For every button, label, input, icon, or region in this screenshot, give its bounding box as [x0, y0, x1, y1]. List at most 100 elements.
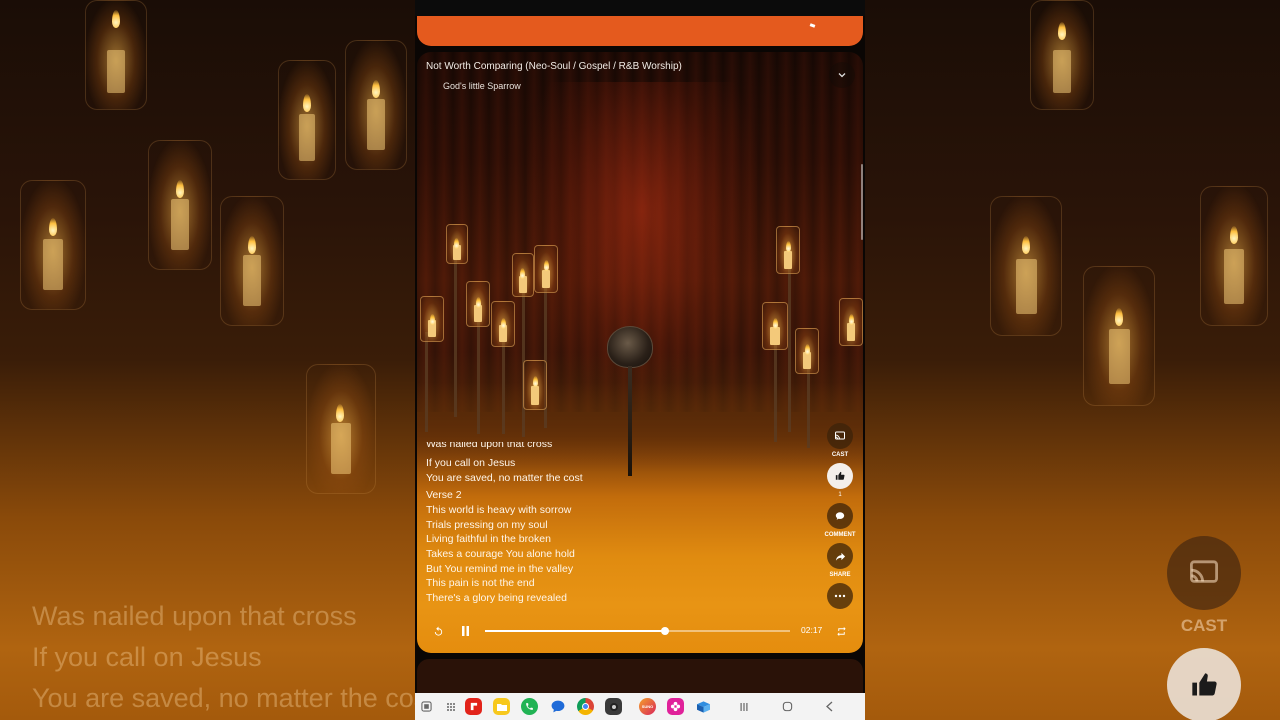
lyric-line: This pain is not the end [426, 577, 535, 589]
background-right [865, 0, 1280, 720]
background-lyric-line: Was nailed upon that cross [32, 601, 357, 631]
song-title[interactable]: Not Worth Comparing (Neo-Soul / Gospel /… [426, 61, 682, 72]
messages-icon[interactable] [549, 698, 566, 715]
status-strip [415, 0, 865, 16]
progress-handle[interactable] [660, 627, 669, 635]
repeat-icon [836, 626, 846, 636]
comment-label: COMMENT [824, 532, 856, 538]
candle-decor [278, 60, 336, 180]
dot-decor [809, 23, 816, 28]
candle-stand [774, 342, 777, 442]
recents-nav-icon[interactable] [735, 698, 752, 715]
candle-decor [1083, 266, 1155, 406]
background-lyrics: Was nailed upon that cross If you call o… [32, 596, 415, 719]
flame-decor [1230, 226, 1238, 244]
cast-icon [835, 431, 845, 440]
scrollbar[interactable] [861, 164, 863, 240]
phone-icon[interactable] [521, 698, 538, 715]
candle-decor [148, 140, 212, 270]
cast-button[interactable] [827, 423, 853, 449]
flame-icon [501, 318, 506, 329]
artist-name[interactable]: God's little Sparrow [443, 81, 521, 91]
background-thumbs-up-icon [1167, 648, 1241, 720]
repeat-button[interactable] [832, 622, 850, 640]
lyric-line: Was nailed upon that cross [426, 442, 553, 450]
petal-icon[interactable] [667, 698, 684, 715]
flame-icon [454, 238, 459, 249]
flame-icon [773, 318, 778, 329]
replay-icon [434, 625, 442, 636]
flipboard-icon[interactable] [465, 698, 482, 715]
flame-decor [372, 80, 380, 98]
collapse-button[interactable] [829, 62, 855, 88]
more-options-button[interactable] [827, 583, 853, 609]
chevron-down-icon [838, 73, 846, 78]
background-cast-icon [1167, 536, 1241, 610]
lyric-line: Living faithful in the broken [426, 533, 551, 545]
previous-song-card[interactable] [417, 16, 863, 46]
grid-icon[interactable] [442, 698, 459, 715]
box-icon[interactable] [695, 698, 712, 715]
progress-bar[interactable] [485, 627, 790, 635]
suno-label: SUNO [641, 704, 654, 709]
candle-decor [345, 40, 407, 170]
flame-decor [112, 10, 120, 28]
pause-icon [461, 626, 469, 636]
playback-controls: 02:17 [417, 620, 863, 642]
lyric-line: Takes a courage You alone hold [426, 548, 575, 560]
candle-decor [306, 364, 376, 494]
flame-icon [520, 268, 525, 279]
candle-stand [807, 368, 810, 448]
candle-decor [220, 196, 284, 326]
phone-screen: Not Worth Comparing (Neo-Soul / Gospel /… [415, 0, 865, 720]
flame-decor [248, 236, 256, 254]
lyric-section-label: Verse 2 [426, 489, 462, 501]
camera-icon[interactable] [605, 698, 622, 715]
flame-icon [476, 297, 481, 308]
flame-icon [430, 314, 435, 325]
thumbs-up-icon [835, 471, 845, 480]
lyrics-panel[interactable]: Was nailed upon that cross If you call o… [426, 442, 806, 606]
lyric-line: You are saved, no matter the cost [426, 472, 583, 484]
flame-icon [544, 260, 549, 271]
share-arrow-icon [835, 552, 845, 561]
pause-button[interactable] [456, 622, 474, 640]
share-button[interactable] [827, 543, 853, 569]
flame-decor [336, 404, 344, 422]
lyric-line: There's a glory being revealed [426, 592, 567, 604]
home-nav-icon[interactable] [779, 698, 796, 715]
back-nav-icon[interactable] [821, 698, 838, 715]
playback-time: 02:17 [801, 625, 823, 635]
recent-apps-icon[interactable] [418, 698, 435, 715]
files-icon[interactable] [493, 698, 510, 715]
background-lyric-line: If you call on Jesus [32, 642, 262, 672]
candle-stand [788, 262, 791, 432]
flame-decor [303, 94, 311, 112]
candle-decor [1200, 186, 1268, 326]
background-lyric-line: You are saved, no matter the cost [32, 683, 415, 713]
flame-icon [805, 344, 810, 355]
flame-icon [533, 376, 538, 387]
lyric-line: If you call on Jesus [426, 457, 516, 469]
like-count: 1 [838, 492, 842, 498]
candle-stand [454, 257, 457, 417]
candle-decor [1030, 0, 1094, 110]
flame-decor [176, 180, 184, 198]
flame-decor [1115, 308, 1123, 326]
comment-button[interactable] [827, 503, 853, 529]
player-card: Not Worth Comparing (Neo-Soul / Gospel /… [417, 52, 863, 653]
lyric-line: Trials pressing on my soul [426, 519, 548, 531]
microphone-icon [607, 326, 653, 368]
cast-label: CAST [831, 452, 849, 458]
chrome-icon[interactable] [577, 698, 594, 715]
flame-decor [1058, 22, 1066, 40]
taskbar: SUNO [415, 693, 865, 720]
background-left: Was nailed upon that cross If you call o… [0, 0, 415, 720]
like-button[interactable] [827, 463, 853, 489]
more-dots-icon [834, 594, 846, 598]
progress-fill [485, 630, 665, 632]
replay-button[interactable] [429, 622, 447, 640]
candle-stand [502, 334, 505, 434]
background-cast-label: CAST [1180, 616, 1228, 635]
suno-icon[interactable]: SUNO [639, 698, 656, 715]
